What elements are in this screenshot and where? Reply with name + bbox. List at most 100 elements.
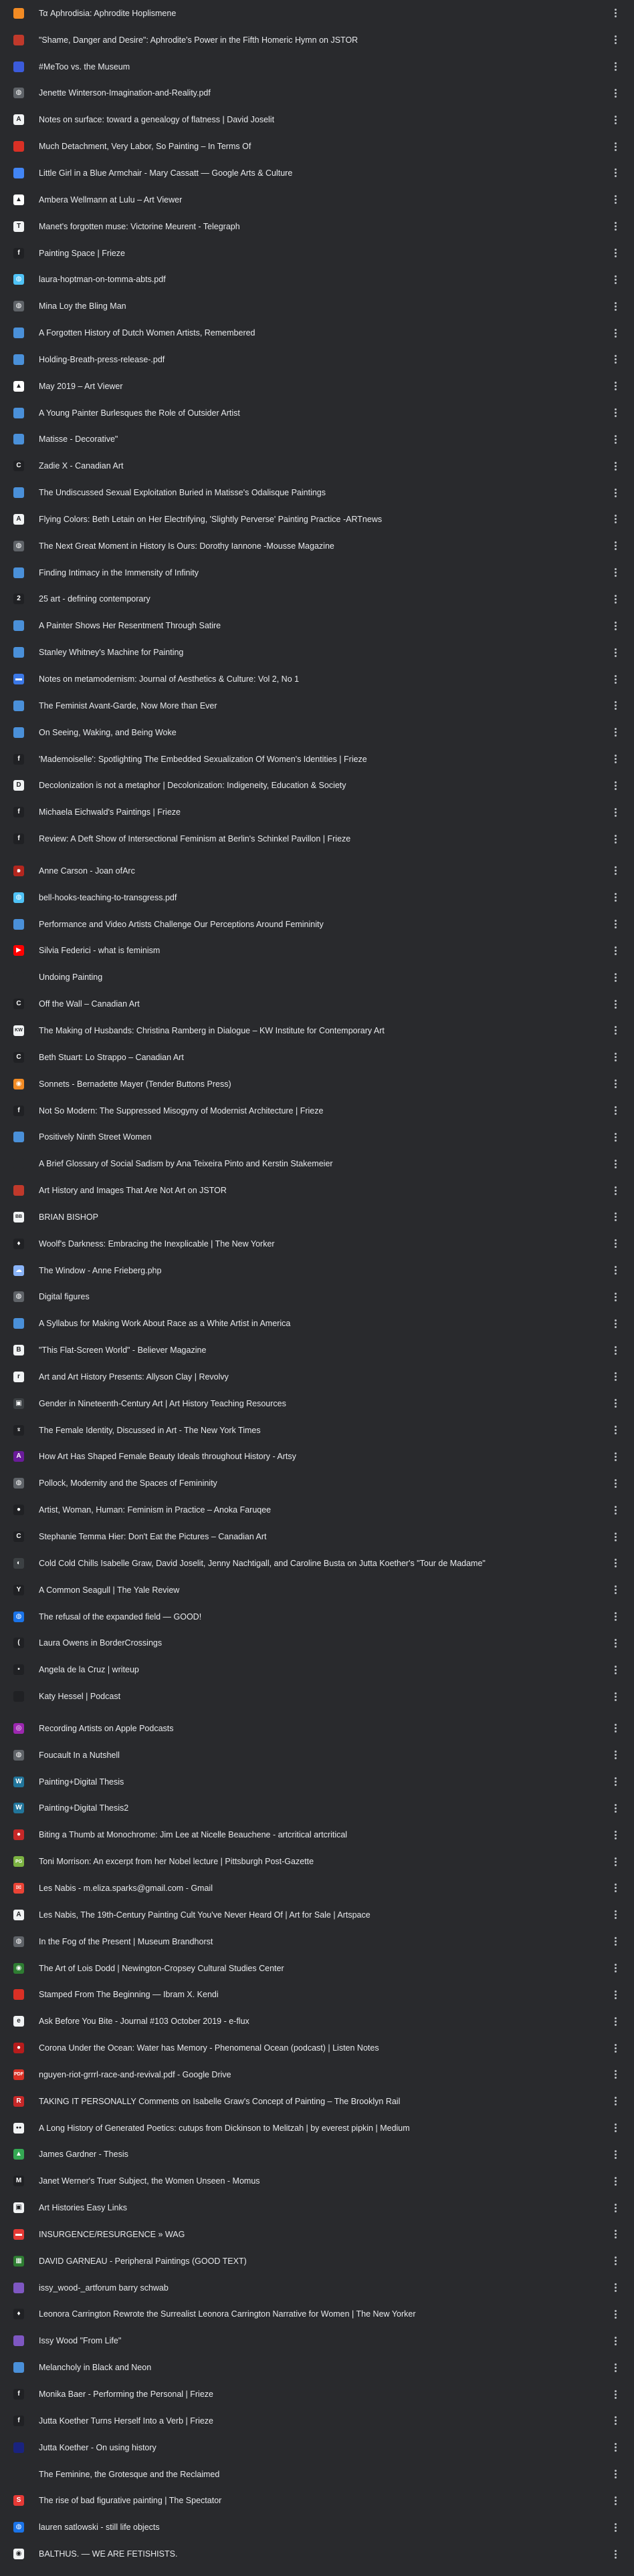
more-vert-icon[interactable]	[609, 2068, 622, 2081]
bookmark-row[interactable]: ◍ The refusal of the expanded field — GOO…	[0, 1603, 634, 1630]
bookmark-row[interactable]: S The rise of bad figurative painting | T…	[0, 2487, 634, 2514]
more-vert-icon[interactable]	[609, 971, 622, 984]
bookmark-row[interactable]: The Undiscussed Sexual Exploitation Buri…	[0, 479, 634, 506]
more-vert-icon[interactable]	[609, 140, 622, 153]
bookmark-row[interactable]: Jutta Koether - On using history	[0, 2434, 634, 2461]
bookmark-row[interactable]: ▲ James Gardner - Thesis	[0, 2142, 634, 2168]
more-vert-icon[interactable]	[609, 2441, 622, 2454]
bookmark-row[interactable]: Τα Aphrodisia: Aphrodite Hoplismene	[0, 0, 634, 27]
more-vert-icon[interactable]	[609, 2468, 622, 2481]
bookmark-row[interactable]: On Seeing, Waking, and Being Woke	[0, 719, 634, 746]
bookmark-row[interactable]: Much Detachment, Very Labor, So Painting…	[0, 133, 634, 160]
more-vert-icon[interactable]	[609, 1557, 622, 1570]
bookmark-row[interactable]: #MeToo vs. the Museum	[0, 53, 634, 80]
more-vert-icon[interactable]	[609, 2388, 622, 2401]
more-vert-icon[interactable]	[609, 432, 622, 446]
bookmark-row[interactable]: D Decolonization is not a metaphor | Deco…	[0, 772, 634, 799]
more-vert-icon[interactable]	[609, 166, 622, 180]
bookmark-row[interactable]: W Painting+Digital Thesis	[0, 1769, 634, 1795]
bookmark-row[interactable]: A Forgotten History of Dutch Women Artis…	[0, 319, 634, 346]
more-vert-icon[interactable]	[609, 699, 622, 713]
more-vert-icon[interactable]	[609, 1290, 622, 1303]
more-vert-icon[interactable]	[609, 566, 622, 579]
bookmark-row[interactable]: Katy Hessel | Podcast	[0, 1683, 634, 1710]
bookmark-row[interactable]: Matisse - Decorative"	[0, 426, 634, 453]
bookmark-row[interactable]: ▬ INSURGENCE/RESURGENCE » WAG	[0, 2221, 634, 2248]
more-vert-icon[interactable]	[609, 1317, 622, 1330]
more-vert-icon[interactable]	[609, 2414, 622, 2428]
more-vert-icon[interactable]	[609, 619, 622, 632]
more-vert-icon[interactable]	[609, 33, 622, 47]
bookmark-row[interactable]: ◍ Pollock, Modernity and the Spaces of Fe…	[0, 1470, 634, 1497]
more-vert-icon[interactable]	[609, 1343, 622, 1357]
bookmark-row[interactable]: r Art and Art History Presents: Allyson C…	[0, 1364, 634, 1390]
more-vert-icon[interactable]	[609, 1828, 622, 1841]
more-vert-icon[interactable]	[609, 1397, 622, 1410]
more-vert-icon[interactable]	[609, 2494, 622, 2507]
bookmark-row[interactable]: BB BRIAN BISHOP	[0, 1204, 634, 1231]
more-vert-icon[interactable]	[609, 247, 622, 260]
bookmark-row[interactable]: ●● A Long History of Generated Poetics: c…	[0, 2115, 634, 2142]
bookmark-row[interactable]: ◍ In the Fog of the Present | Museum Bran…	[0, 1928, 634, 1955]
more-vert-icon[interactable]	[609, 2547, 622, 2561]
more-vert-icon[interactable]	[609, 918, 622, 931]
more-vert-icon[interactable]	[609, 113, 622, 126]
bookmark-row[interactable]: ● Artist, Woman, Human: Feminism in Pract…	[0, 1497, 634, 1523]
more-vert-icon[interactable]	[609, 2041, 622, 2055]
bookmark-row[interactable]: C Stephanie Temma Hier: Don't Eat the Pic…	[0, 1523, 634, 1550]
more-vert-icon[interactable]	[609, 1503, 622, 1517]
more-vert-icon[interactable]	[609, 2174, 622, 2188]
more-vert-icon[interactable]	[609, 353, 622, 366]
more-vert-icon[interactable]	[609, 273, 622, 286]
bookmark-row[interactable]: KW The Making of Husbands: Christina Ramb…	[0, 1017, 634, 1044]
bookmark-row[interactable]: R TAKING IT PERSONALLY Comments on Isabel…	[0, 2088, 634, 2115]
bookmark-row[interactable]: Little Girl in a Blue Armchair - Mary Ca…	[0, 160, 634, 186]
bookmark-row[interactable]: C Off the Wall – Canadian Art	[0, 991, 634, 1017]
bookmark-row[interactable]: f Painting Space | Frieze	[0, 240, 634, 267]
bookmark-row[interactable]: A Syllabus for Making Work About Race as…	[0, 1310, 634, 1337]
more-vert-icon[interactable]	[609, 1130, 622, 1144]
bookmark-row[interactable]: ◍ laura-hoptman-on-tomma-abts.pdf	[0, 266, 634, 293]
more-vert-icon[interactable]	[609, 1104, 622, 1118]
more-vert-icon[interactable]	[609, 891, 622, 904]
more-vert-icon[interactable]	[609, 592, 622, 606]
more-vert-icon[interactable]	[609, 1988, 622, 2001]
bookmark-row[interactable]: ▣ Art Histories Easy Links	[0, 2194, 634, 2221]
more-vert-icon[interactable]	[609, 1184, 622, 1197]
bookmark-row[interactable]: ☁ The Window - Anne Frieberg.php	[0, 1257, 634, 1284]
bookmark-row[interactable]: Holding-Breath-press-release-.pdf	[0, 346, 634, 373]
more-vert-icon[interactable]	[609, 2361, 622, 2374]
more-vert-icon[interactable]	[609, 753, 622, 766]
more-vert-icon[interactable]	[609, 193, 622, 207]
bookmark-row[interactable]: T Manet's forgotten muse: Victorine Meure…	[0, 213, 634, 240]
bookmark-row[interactable]: ▲ May 2019 – Art Viewer	[0, 373, 634, 400]
bookmark-row[interactable]: ♦ Leonora Carrington Rewrote the Surreali…	[0, 2301, 634, 2328]
bookmark-row[interactable]: W Painting+Digital Thesis2	[0, 1795, 634, 1822]
more-vert-icon[interactable]	[609, 1530, 622, 1543]
bookmark-row[interactable]: f 'Mademoiselle': Spotlighting The Embedd…	[0, 746, 634, 773]
more-vert-icon[interactable]	[609, 539, 622, 553]
more-vert-icon[interactable]	[609, 380, 622, 393]
more-vert-icon[interactable]	[609, 672, 622, 686]
bookmark-row[interactable]: ▣ Gender in Nineteenth-Century Art | Art …	[0, 1390, 634, 1417]
more-vert-icon[interactable]	[609, 2148, 622, 2161]
bookmark-row[interactable]: Stanley Whitney's Machine for Painting	[0, 639, 634, 666]
more-vert-icon[interactable]	[609, 220, 622, 233]
more-vert-icon[interactable]	[609, 1264, 622, 1277]
more-vert-icon[interactable]	[609, 832, 622, 846]
bookmark-row[interactable]: Performance and Video Artists Challenge …	[0, 911, 634, 938]
bookmark-row[interactable]: ◍ Jenette Winterson-Imagination-and-Reali…	[0, 80, 634, 107]
bookmark-row[interactable]: 𝕿 The Female Identity, Discussed in Art -…	[0, 1417, 634, 1444]
more-vert-icon[interactable]	[609, 805, 622, 819]
more-vert-icon[interactable]	[609, 2015, 622, 2028]
bookmark-row[interactable]: ▪ Angela de la Cruz | writeup	[0, 1656, 634, 1683]
bookmark-row[interactable]: Melancholy in Black and Neon	[0, 2354, 634, 2381]
bookmark-row[interactable]: "Shame, Danger and Desire": Aphrodite's …	[0, 27, 634, 53]
more-vert-icon[interactable]	[609, 2281, 622, 2295]
more-vert-icon[interactable]	[609, 1024, 622, 1037]
more-vert-icon[interactable]	[609, 726, 622, 739]
bookmark-row[interactable]: ✉ Les Nabis - m.eliza.sparks@gmail.com - …	[0, 1875, 634, 1902]
more-vert-icon[interactable]	[609, 1749, 622, 1762]
more-vert-icon[interactable]	[609, 1962, 622, 1975]
more-vert-icon[interactable]	[609, 1610, 622, 1624]
